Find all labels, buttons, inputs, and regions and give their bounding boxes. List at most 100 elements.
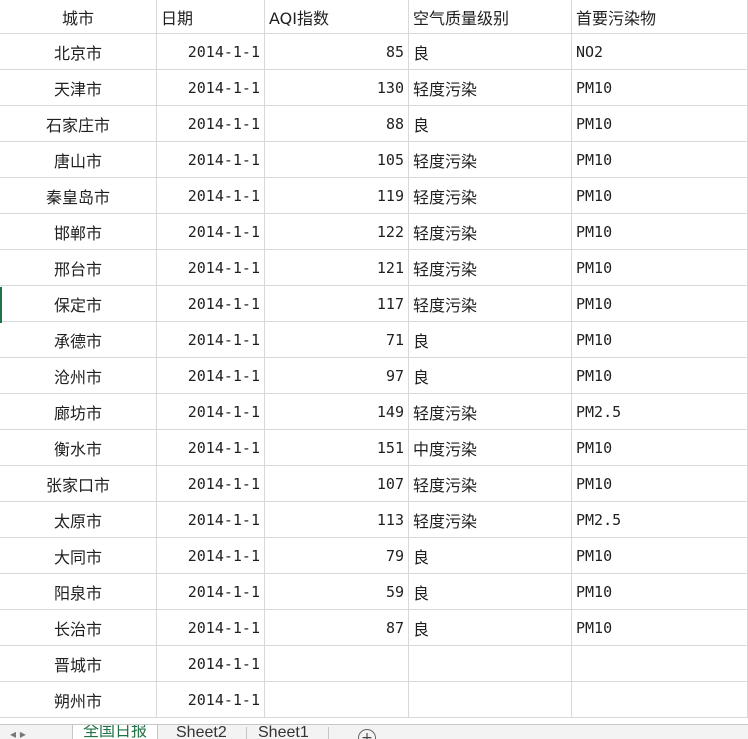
cell-city[interactable]: 邯郸市 xyxy=(0,214,157,250)
cell-city[interactable]: 秦皇岛市 xyxy=(0,178,157,214)
cell-aqi[interactable]: 71 xyxy=(265,322,409,358)
cell-primary-pollutant[interactable]: PM10 xyxy=(572,70,748,106)
cell-aqi[interactable] xyxy=(265,646,409,682)
cell-city[interactable]: 保定市 xyxy=(0,286,157,322)
cell-date[interactable]: 2014-1-1 xyxy=(157,214,265,250)
cell-aqi[interactable]: 87 xyxy=(265,610,409,646)
cell-primary-pollutant[interactable]: PM10 xyxy=(572,466,748,502)
cell-quality-level[interactable]: 轻度污染 xyxy=(409,178,572,214)
cell-city[interactable]: 朔州市 xyxy=(0,682,157,718)
cell-date[interactable]: 2014-1-1 xyxy=(157,682,265,718)
cell-aqi[interactable]: 85 xyxy=(265,34,409,70)
cell-primary-pollutant[interactable]: PM2.5 xyxy=(572,394,748,430)
cell-quality-level[interactable] xyxy=(409,646,572,682)
cell-primary-pollutant[interactable]: PM10 xyxy=(572,214,748,250)
cell-date[interactable]: 2014-1-1 xyxy=(157,322,265,358)
cell-quality-level[interactable]: 良 xyxy=(409,34,572,70)
cell-primary-pollutant[interactable]: PM10 xyxy=(572,610,748,646)
cell-quality-level[interactable]: 轻度污染 xyxy=(409,466,572,502)
cell-aqi[interactable]: 79 xyxy=(265,538,409,574)
cell-city[interactable]: 廊坊市 xyxy=(0,394,157,430)
cell-aqi[interactable]: 117 xyxy=(265,286,409,322)
cell-primary-pollutant[interactable]: PM10 xyxy=(572,106,748,142)
cell-aqi[interactable] xyxy=(265,682,409,718)
cell-quality-level[interactable]: 轻度污染 xyxy=(409,394,572,430)
cell-primary-pollutant[interactable]: PM10 xyxy=(572,322,748,358)
cell-primary-pollutant[interactable]: PM10 xyxy=(572,286,748,322)
cell-date[interactable]: 2014-1-1 xyxy=(157,178,265,214)
cell-primary-pollutant[interactable]: PM2.5 xyxy=(572,502,748,538)
cell-date[interactable]: 2014-1-1 xyxy=(157,70,265,106)
cell-primary-pollutant[interactable]: PM10 xyxy=(572,358,748,394)
header-primary-pollutant[interactable]: 首要污染物 xyxy=(572,0,748,34)
tab-scroll-left-icon[interactable]: ◂ ▸ xyxy=(10,727,26,739)
cell-date[interactable]: 2014-1-1 xyxy=(157,250,265,286)
cell-city[interactable]: 石家庄市 xyxy=(0,106,157,142)
cell-quality-level[interactable]: 轻度污染 xyxy=(409,250,572,286)
cell-primary-pollutant[interactable] xyxy=(572,646,748,682)
cell-primary-pollutant[interactable] xyxy=(572,682,748,718)
cell-date[interactable]: 2014-1-1 xyxy=(157,466,265,502)
cell-aqi[interactable]: 105 xyxy=(265,142,409,178)
cell-quality-level[interactable]: 轻度污染 xyxy=(409,70,572,106)
cell-quality-level[interactable]: 轻度污染 xyxy=(409,502,572,538)
cell-quality-level[interactable]: 良 xyxy=(409,322,572,358)
cell-date[interactable]: 2014-1-1 xyxy=(157,142,265,178)
cell-date[interactable]: 2014-1-1 xyxy=(157,34,265,70)
tab-sheet1[interactable]: Sheet1 xyxy=(248,725,319,739)
cell-city[interactable]: 长治市 xyxy=(0,610,157,646)
cell-date[interactable]: 2014-1-1 xyxy=(157,430,265,466)
cell-date[interactable]: 2014-1-1 xyxy=(157,538,265,574)
cell-quality-level[interactable]: 轻度污染 xyxy=(409,214,572,250)
cell-aqi[interactable]: 122 xyxy=(265,214,409,250)
cell-aqi[interactable]: 149 xyxy=(265,394,409,430)
cell-date[interactable]: 2014-1-1 xyxy=(157,502,265,538)
cell-quality-level[interactable]: 良 xyxy=(409,574,572,610)
cell-aqi[interactable]: 59 xyxy=(265,574,409,610)
cell-primary-pollutant[interactable]: PM10 xyxy=(572,142,748,178)
cell-city[interactable]: 大同市 xyxy=(0,538,157,574)
cell-primary-pollutant[interactable]: PM10 xyxy=(572,538,748,574)
cell-quality-level[interactable]: 良 xyxy=(409,358,572,394)
cell-quality-level[interactable]: 轻度污染 xyxy=(409,142,572,178)
cell-city[interactable]: 沧州市 xyxy=(0,358,157,394)
cell-date[interactable]: 2014-1-1 xyxy=(157,358,265,394)
cell-city[interactable]: 唐山市 xyxy=(0,142,157,178)
cell-city[interactable]: 天津市 xyxy=(0,70,157,106)
cell-primary-pollutant[interactable]: PM10 xyxy=(572,574,748,610)
tab-national-daily[interactable]: 全国日报 xyxy=(72,725,159,739)
cell-quality-level[interactable]: 良 xyxy=(409,538,572,574)
cell-quality-level[interactable]: 轻度污染 xyxy=(409,286,572,322)
cell-city[interactable]: 张家口市 xyxy=(0,466,157,502)
tab-sheet2[interactable]: Sheet2 xyxy=(166,725,237,739)
cell-aqi[interactable]: 121 xyxy=(265,250,409,286)
cell-city[interactable]: 邢台市 xyxy=(0,250,157,286)
cell-primary-pollutant[interactable]: PM10 xyxy=(572,430,748,466)
cell-date[interactable]: 2014-1-1 xyxy=(157,394,265,430)
header-city[interactable]: 城市 xyxy=(0,0,157,34)
cell-aqi[interactable]: 107 xyxy=(265,466,409,502)
header-date[interactable]: 日期 xyxy=(157,0,265,34)
cell-quality-level[interactable] xyxy=(409,682,572,718)
cell-city[interactable]: 阳泉市 xyxy=(0,574,157,610)
header-quality-level[interactable]: 空气质量级别 xyxy=(409,0,572,34)
cell-primary-pollutant[interactable]: NO2 xyxy=(572,34,748,70)
cell-quality-level[interactable]: 良 xyxy=(409,610,572,646)
cell-aqi[interactable]: 119 xyxy=(265,178,409,214)
cell-date[interactable]: 2014-1-1 xyxy=(157,646,265,682)
cell-city[interactable]: 太原市 xyxy=(0,502,157,538)
cell-date[interactable]: 2014-1-1 xyxy=(157,610,265,646)
cell-city[interactable]: 衡水市 xyxy=(0,430,157,466)
cell-aqi[interactable]: 130 xyxy=(265,70,409,106)
cell-quality-level[interactable]: 中度污染 xyxy=(409,430,572,466)
cell-aqi[interactable]: 97 xyxy=(265,358,409,394)
cell-city[interactable]: 北京市 xyxy=(0,34,157,70)
cell-date[interactable]: 2014-1-1 xyxy=(157,286,265,322)
cell-quality-level[interactable]: 良 xyxy=(409,106,572,142)
cell-primary-pollutant[interactable]: PM10 xyxy=(572,178,748,214)
cell-primary-pollutant[interactable]: PM10 xyxy=(572,250,748,286)
cell-date[interactable]: 2014-1-1 xyxy=(157,574,265,610)
cell-aqi[interactable]: 88 xyxy=(265,106,409,142)
header-aqi[interactable]: AQI指数 xyxy=(265,0,409,34)
cell-aqi[interactable]: 113 xyxy=(265,502,409,538)
